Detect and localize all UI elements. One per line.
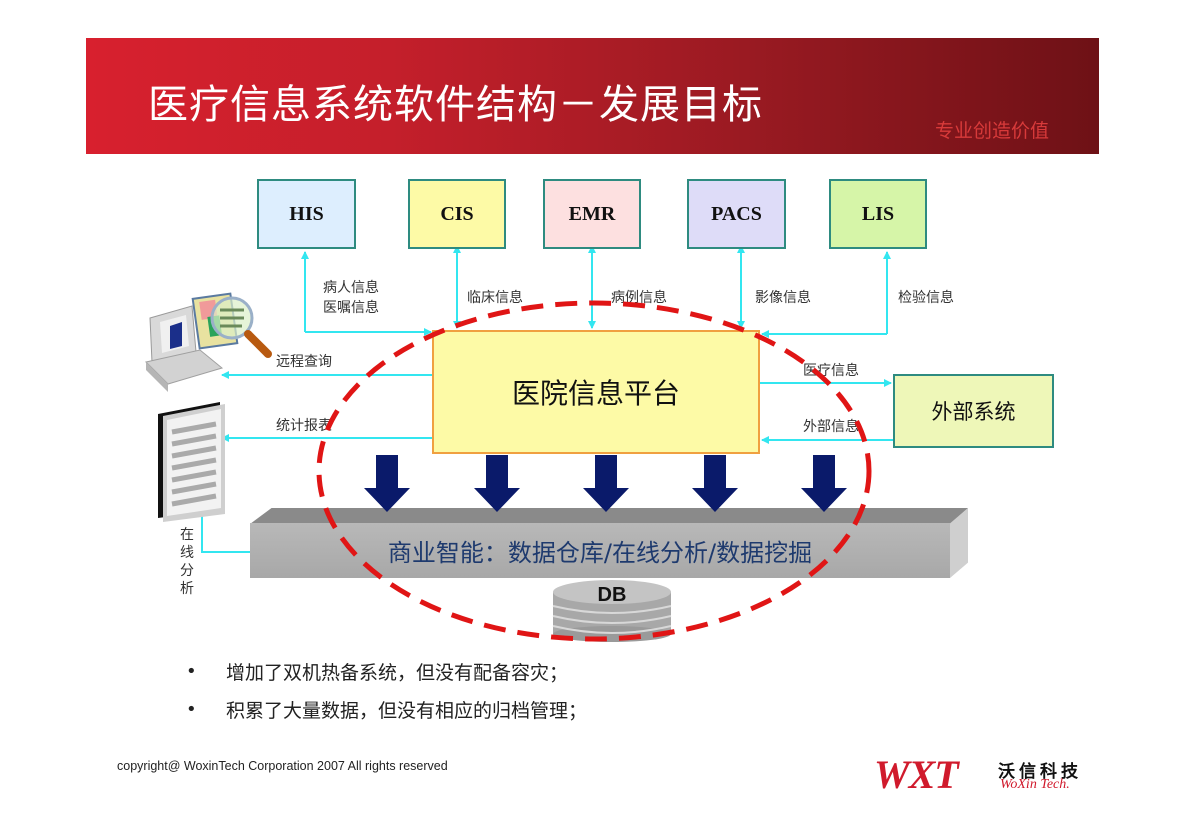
bullet-dot-icon: • (186, 698, 197, 720)
down-arrow-icon (801, 455, 847, 512)
copyright-text: copyright@ WoxinTech Corporation 2007 Al… (117, 759, 448, 773)
bullet-list: • 增加了双机热备系统，但没有配备容灾； • 积累了大量数据，但没有相应的归档管… (186, 652, 587, 728)
bullet-text: 积累了大量数据，但没有相应的归档管理； (226, 699, 588, 722)
down-arrow-icon (364, 455, 410, 512)
foreground-layer (316, 300, 872, 642)
bi-bar-label: 商业智能：数据仓库/在线分析/数据挖掘 (387, 539, 813, 567)
bullet-text: 增加了双机热备系统，但没有配备容灾； (226, 661, 569, 684)
database-label: DB (597, 584, 627, 606)
bullet-dot-icon: • (186, 660, 197, 682)
company-logo-mark: WXT (874, 752, 959, 797)
down-arrow-icon (583, 455, 629, 512)
company-name-en: WoXin Tech. (1000, 777, 1070, 792)
down-arrow-icon (474, 455, 520, 512)
down-arrow-icon (692, 455, 738, 512)
bullet-item: • 增加了双机热备系统，但没有配备容灾； (186, 652, 587, 690)
bullet-item: • 积累了大量数据，但没有相应的归档管理； (186, 690, 587, 728)
